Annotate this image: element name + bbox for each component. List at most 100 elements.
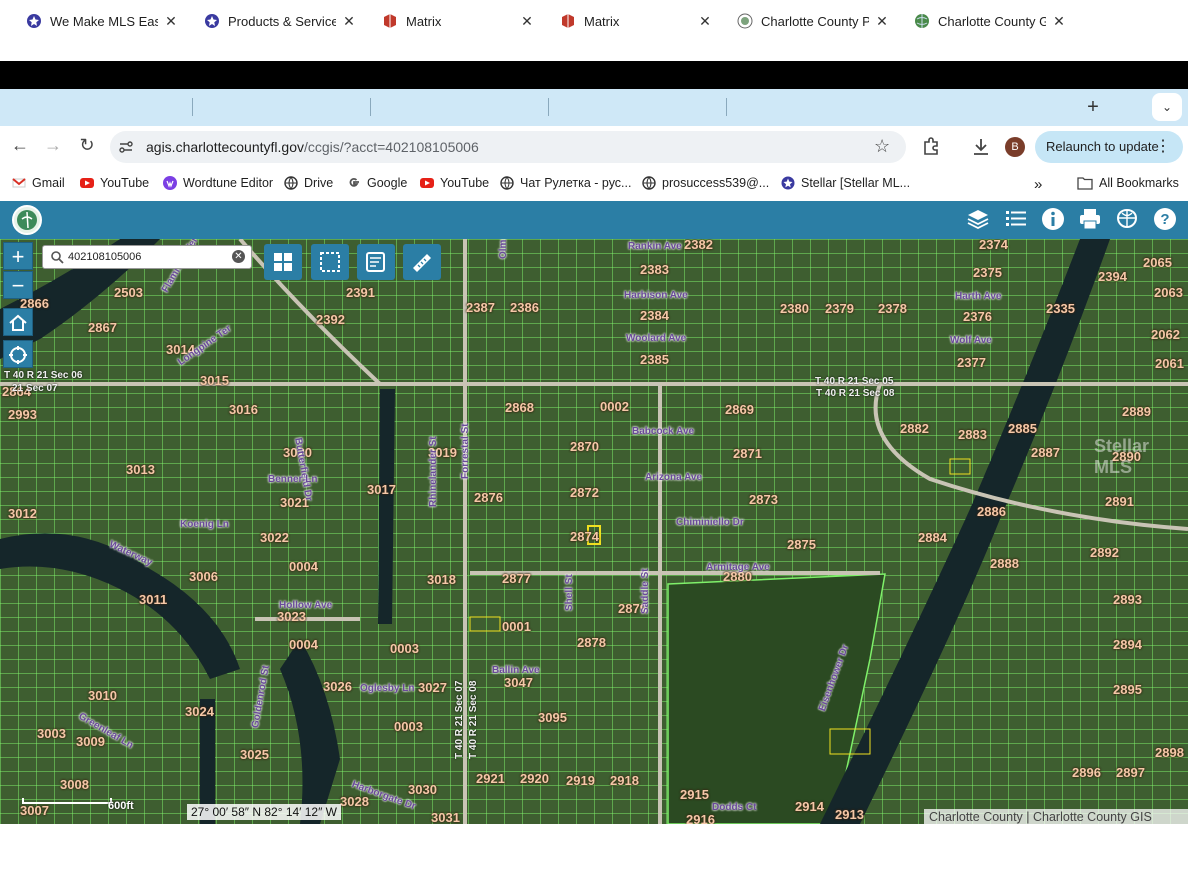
bookmark-youtube-2[interactable]: YouTube: [420, 176, 489, 190]
gis-map[interactable]: 2382 2374 2065 2503 2391 2383 2375 2394 2063 2866…: [0, 239, 1188, 824]
close-icon[interactable]: ✕: [520, 13, 534, 30]
bookmark-label: Drive: [304, 176, 334, 190]
profile-avatar[interactable]: B: [1005, 137, 1025, 157]
bookmark-wordtune[interactable]: Wordtune Editor: [163, 176, 273, 190]
bookmark-prosuccess[interactable]: prosuccess539@...: [642, 176, 769, 190]
all-bookmarks-button[interactable]: All Bookmarks: [1077, 176, 1179, 190]
forward-arrow-icon[interactable]: →: [42, 135, 64, 156]
relaunch-to-update-button[interactable]: Relaunch to update ⋮: [1035, 131, 1183, 163]
tab-matrix-1[interactable]: Matrix ✕: [372, 5, 544, 37]
print-icon[interactable]: [1077, 206, 1103, 232]
close-icon[interactable]: ✕: [164, 13, 178, 30]
zoom-out-button[interactable]: −: [3, 271, 33, 299]
county-seal-icon: [737, 13, 753, 29]
legend-list-icon[interactable]: [1003, 206, 1029, 232]
close-icon[interactable]: ✕: [342, 13, 356, 30]
download-icon[interactable]: [970, 136, 992, 158]
close-icon[interactable]: ✕: [875, 13, 889, 30]
info-icon[interactable]: [1040, 206, 1066, 232]
bookmark-label: YouTube: [100, 176, 150, 190]
parcel-block-label: 3009: [76, 734, 105, 749]
menu-dots-icon[interactable]: ⋮: [1155, 131, 1171, 163]
close-icon[interactable]: ✕: [698, 13, 712, 30]
back-arrow-icon[interactable]: ←: [9, 135, 31, 156]
close-icon[interactable]: ✕: [1052, 13, 1066, 30]
scale-bar: [22, 798, 112, 804]
bookmark-google[interactable]: Google: [347, 176, 407, 190]
parcel-block-label: 2914: [795, 799, 824, 814]
parcel-block-label: 0003: [390, 641, 419, 656]
clear-search-icon[interactable]: ✕: [232, 250, 245, 263]
home-icon: [9, 314, 27, 331]
parcel-block-label: 2892: [1090, 545, 1119, 560]
more-bookmarks-button[interactable]: »: [1034, 176, 1042, 193]
bookmark-chat-roulette[interactable]: Чат Рулетка - рус...: [500, 176, 631, 190]
tab-divider: [370, 98, 371, 116]
parcel-block-label: 2871: [733, 446, 762, 461]
street-label: Harbison Ave: [624, 290, 688, 301]
street-label: Dodds Ct: [712, 802, 757, 813]
parcel-block-label: 2915: [680, 787, 709, 802]
tab-title: Charlotte County GIS: [938, 13, 1046, 29]
brain-tools-icon[interactable]: [1114, 206, 1140, 232]
bookmark-gmail[interactable]: Gmail: [12, 176, 65, 190]
search-value: 402108105006: [68, 251, 142, 263]
tab-charlotte-county-pro[interactable]: Charlotte County Pro ✕: [727, 5, 899, 37]
folder-icon: [1077, 177, 1093, 190]
report-tool-button[interactable]: [357, 244, 395, 280]
parcel-block-label: 2882: [900, 421, 929, 436]
zoom-in-button[interactable]: +: [3, 242, 33, 270]
parcel-block-label: 0002: [600, 399, 629, 414]
parcel-block-label: 2886: [977, 504, 1006, 519]
extensions-icon[interactable]: [920, 136, 942, 158]
grid-icon: [274, 253, 292, 271]
parcel-block-label: 2891: [1105, 494, 1134, 509]
parcel-block-label: 2896: [1072, 765, 1101, 780]
street-label: Rankin Ave: [628, 241, 682, 252]
tab-products-services[interactable]: Products & Services ✕: [194, 5, 366, 37]
bookmark-youtube[interactable]: YouTube: [80, 176, 149, 190]
street-label: Wolf Ave: [950, 335, 992, 346]
basemap-gallery-button[interactable]: [264, 244, 302, 280]
select-tool-button[interactable]: [311, 244, 349, 280]
bookmark-star-icon[interactable]: ☆: [874, 136, 890, 157]
svg-text:?: ?: [1160, 211, 1169, 228]
township-section-label: 21 Sec 07: [12, 383, 58, 394]
edit-document-icon: [366, 252, 385, 272]
coordinate-readout: 27° 00′ 58″ N 82° 14′ 12″ W: [187, 804, 342, 820]
parcel-block-label: 2889: [1122, 404, 1151, 419]
bookmark-drive[interactable]: Drive: [284, 176, 333, 190]
tab-title: We Make MLS Easy |: [50, 13, 158, 29]
tab-matrix-2[interactable]: Matrix ✕: [550, 5, 722, 37]
parcel-block-label: 2894: [1113, 637, 1142, 652]
globe-icon: [284, 176, 298, 190]
selection-box-icon: [320, 252, 340, 272]
new-tab-button[interactable]: +: [1084, 96, 1102, 119]
parcel-block-label: 3016: [229, 402, 258, 417]
street-label: Ballin Ave: [492, 665, 540, 676]
tab-divider: [192, 98, 193, 116]
bookmark-stellar[interactable]: Stellar [Stellar ML...: [781, 176, 910, 190]
home-button[interactable]: [3, 308, 33, 336]
parcel-block-label: 2384: [640, 308, 669, 323]
parcel-block-label: 2870: [570, 439, 599, 454]
map-attribution: Charlotte County | Charlotte County GIS: [924, 809, 1188, 826]
measure-tool-button[interactable]: [403, 244, 441, 280]
parcel-block-label: 2063: [1154, 285, 1183, 300]
help-icon[interactable]: ?: [1152, 206, 1178, 232]
tab-mls-easy[interactable]: We Make MLS Easy | ✕: [16, 5, 188, 37]
parcel-block-label: 3015: [200, 373, 229, 388]
tab-charlotte-county-gis[interactable]: Charlotte County GIS ✕: [904, 5, 1076, 37]
parcel-block-label: 2867: [88, 320, 117, 335]
url-text[interactable]: agis.charlottecountyfl.gov/ccgis/?acct=4…: [146, 139, 479, 155]
site-info-icon[interactable]: [118, 139, 134, 155]
tab-title: Matrix: [584, 13, 620, 29]
parcel-block-label: 2062: [1151, 327, 1180, 342]
reload-icon[interactable]: ↻: [76, 135, 98, 156]
street-label: Hollow Ave: [279, 600, 333, 611]
parcel-block-label: 3003: [37, 726, 66, 741]
url-host: agis.charlottecountyfl.gov: [146, 139, 304, 155]
locate-button[interactable]: [3, 340, 33, 368]
layers-icon[interactable]: [965, 206, 991, 232]
tab-search-button[interactable]: ⌄: [1152, 93, 1182, 121]
